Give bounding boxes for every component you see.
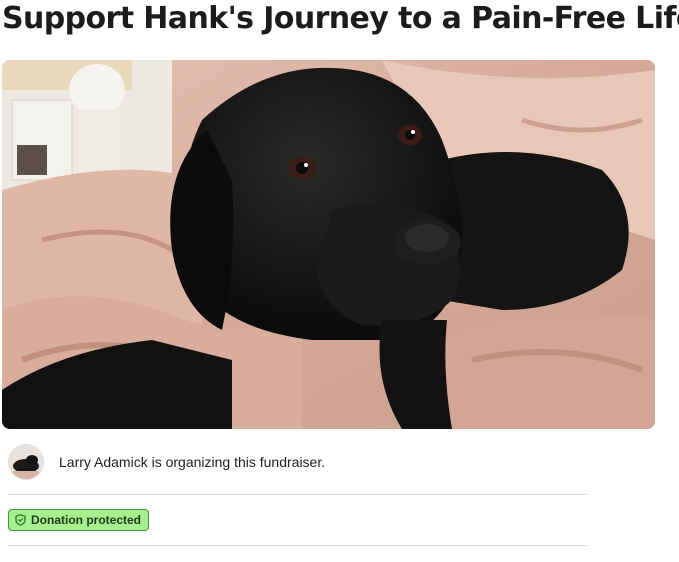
divider-bottom — [8, 545, 587, 546]
donation-protected-badge[interactable]: Donation protected — [8, 509, 149, 531]
page-title: Support Hank's Journey to a Pain-Free Li… — [2, 1, 679, 36]
badge-label: Donation protected — [31, 513, 141, 527]
divider-top — [8, 494, 587, 495]
shield-icon — [15, 514, 26, 526]
hero-image — [2, 60, 655, 429]
dog-avatar-icon — [9, 445, 43, 479]
avatar[interactable] — [8, 444, 44, 480]
organizer-text: Larry Adamick is organizing this fundrai… — [59, 454, 326, 470]
organizer-row: Larry Adamick is organizing this fundrai… — [8, 444, 325, 480]
dog-photo — [2, 60, 655, 429]
